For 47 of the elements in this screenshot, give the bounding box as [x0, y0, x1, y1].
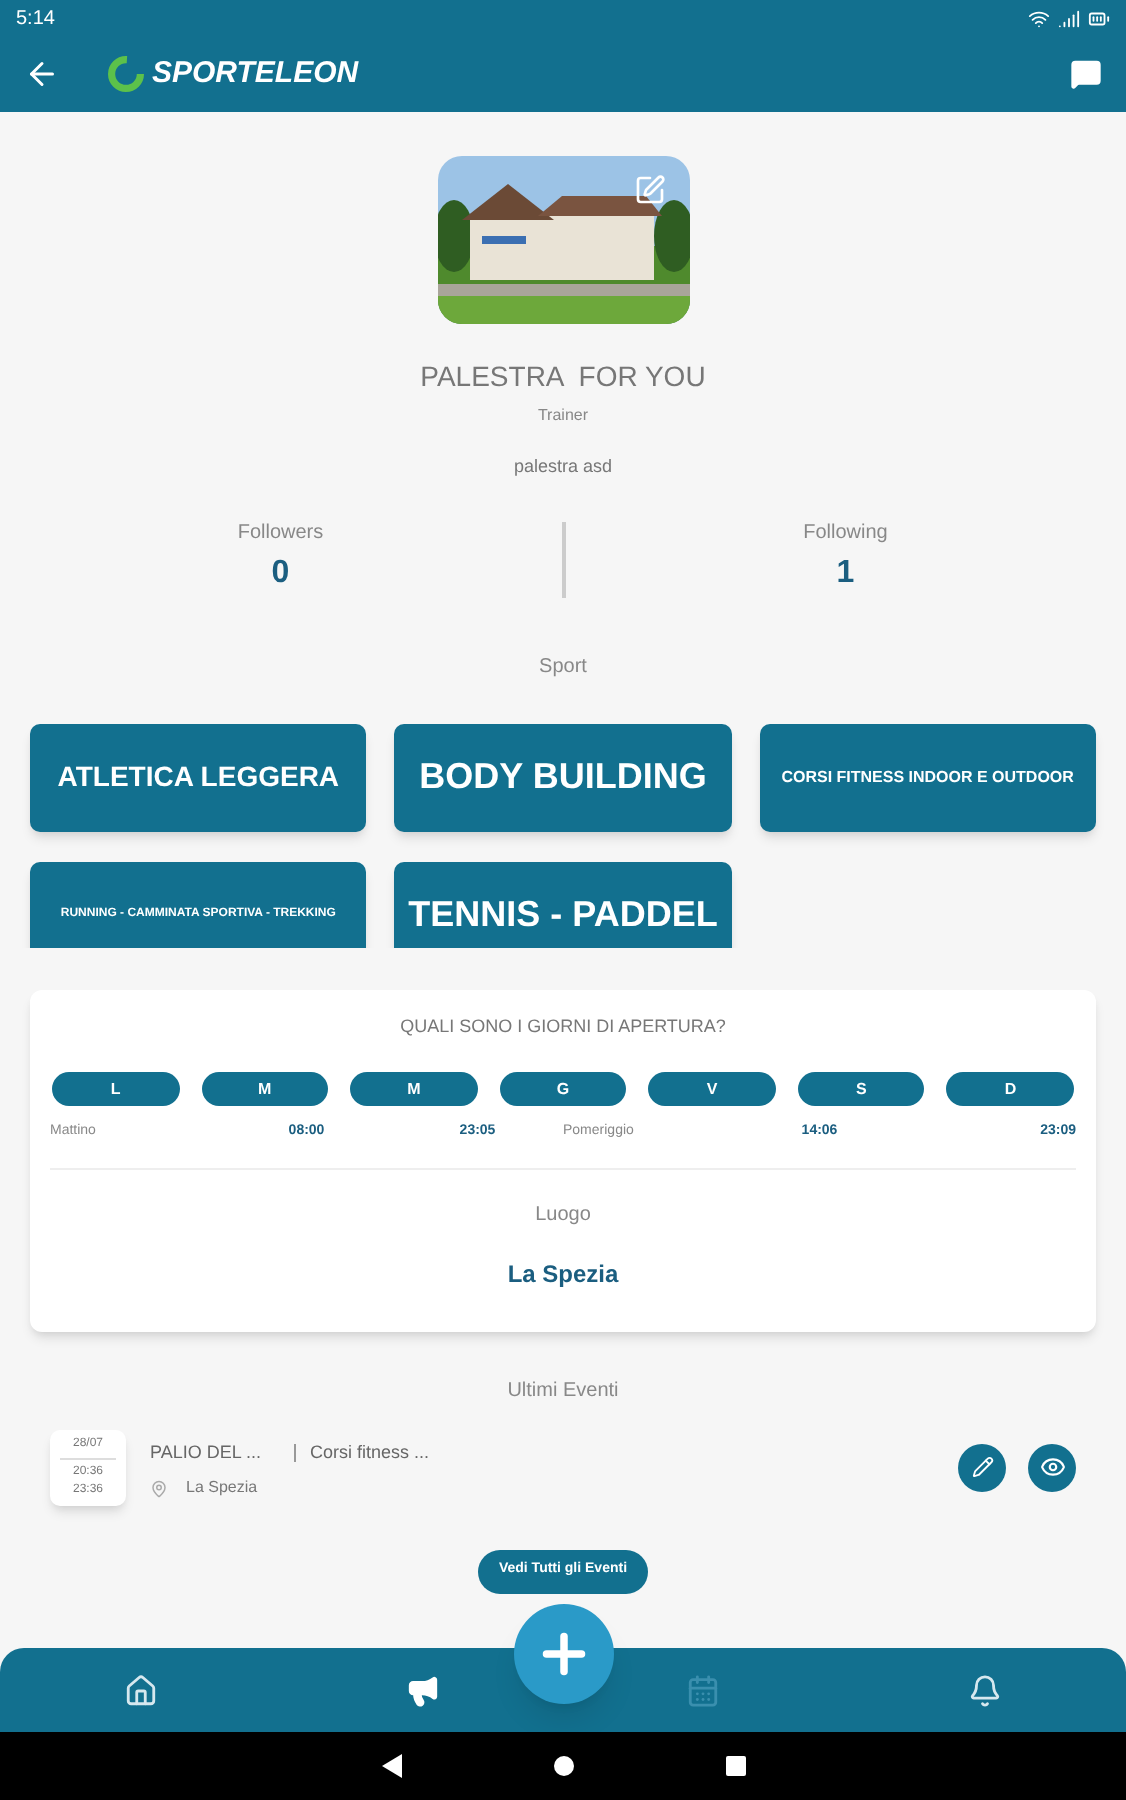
profile-description: palestra asd — [513, 454, 613, 480]
battery-icon — [1088, 7, 1110, 29]
status-time: 5:14 — [16, 5, 55, 33]
stat-value: 1 — [836, 553, 855, 593]
opening-title: QUALI SONO I GIORNI DI APERTURA? — [400, 1013, 726, 1040]
stat-label: Followers — [237, 519, 324, 547]
home-nav-icon[interactable] — [553, 1756, 573, 1776]
sport-chip[interactable]: CORSI FITNESS INDOOR E OUTDOOR — [759, 723, 1096, 831]
view-button[interactable] — [1028, 1443, 1076, 1491]
location-icon — [150, 1479, 168, 1497]
pencil-icon — [971, 1456, 993, 1478]
day-chip[interactable]: G — [499, 1072, 627, 1106]
place-label: Luogo — [535, 1201, 591, 1229]
event-location: La Spezia — [186, 1476, 258, 1500]
stat-label: Following — [803, 519, 888, 547]
bell-tab[interactable] — [968, 1673, 1003, 1707]
day-chip[interactable]: S — [797, 1072, 925, 1106]
place-value: La Spezia — [507, 1257, 619, 1291]
edit-button[interactable] — [958, 1443, 1006, 1491]
back-button[interactable] — [24, 56, 60, 92]
profile-name: PALESTRA FOR YOU — [420, 358, 706, 396]
home-tab[interactable] — [123, 1673, 158, 1707]
eye-icon — [1039, 1454, 1065, 1480]
sport-chip[interactable]: TENNIS - PADDEL — [394, 861, 732, 947]
sport-chip[interactable]: ATLETICA LEGGERA — [30, 723, 367, 831]
day-chip[interactable]: L — [52, 1072, 180, 1106]
stat-value: 0 — [271, 553, 290, 593]
event-name: PALIO DEL ... — [150, 1439, 264, 1465]
logo-icon — [108, 56, 144, 92]
profile-role: Trainer — [537, 404, 589, 428]
back-nav-icon[interactable] — [381, 1754, 401, 1778]
add-button[interactable] — [513, 1604, 613, 1704]
edit-icon[interactable] — [633, 174, 665, 206]
day-chip[interactable]: D — [946, 1072, 1074, 1106]
day-chip[interactable]: V — [648, 1072, 776, 1106]
recents-nav-icon[interactable] — [725, 1756, 745, 1776]
day-chip[interactable]: M — [201, 1072, 329, 1106]
chat-button[interactable] — [1070, 58, 1102, 90]
wifi-icon — [1028, 7, 1050, 29]
megaphone-tab[interactable] — [405, 1673, 440, 1707]
events-title: Ultimi Eventi — [507, 1377, 619, 1405]
sport-chip[interactable]: BODY BUILDING — [394, 723, 732, 831]
logo-text: SPORTELEON — [152, 53, 359, 94]
sport-title: Sport — [539, 653, 587, 681]
day-chip[interactable]: M — [350, 1072, 478, 1106]
signal-icon — [1058, 7, 1080, 29]
event-category: Corsi fitness ... — [310, 1439, 430, 1465]
